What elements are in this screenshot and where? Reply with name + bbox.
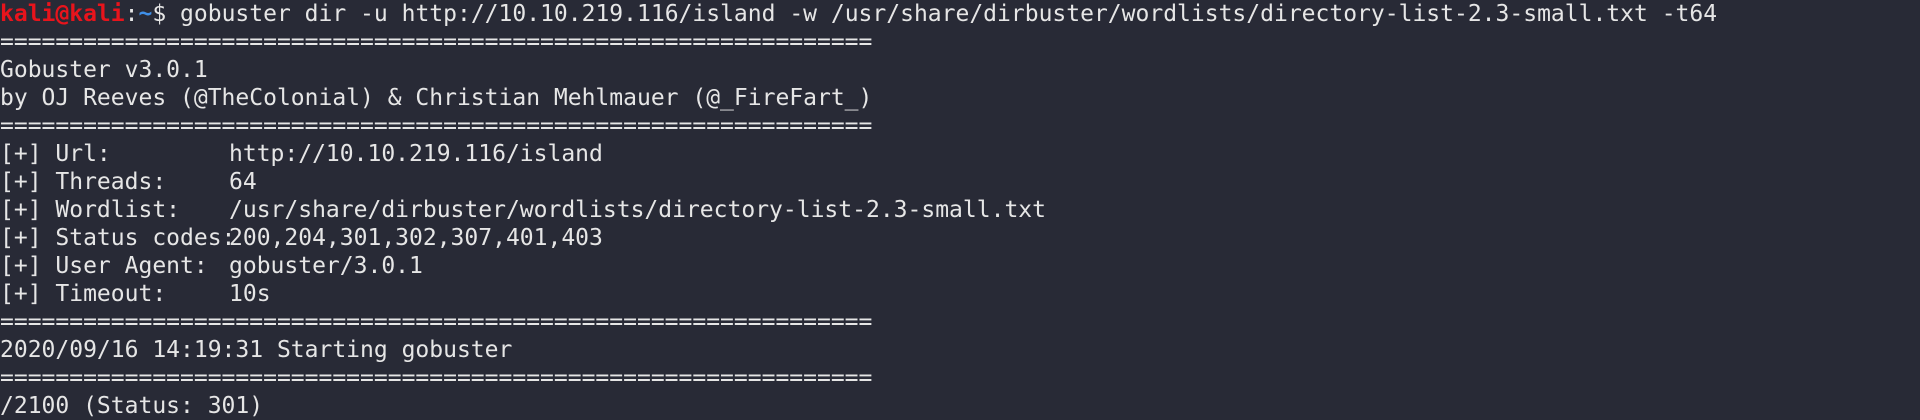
config-line-url: [+] Url: http://10.10.219.116/island [0, 140, 1920, 168]
config-value: /usr/share/dirbuster/wordlists/directory… [229, 197, 1046, 223]
config-label: [+] Status codes: [0, 225, 236, 251]
separator: ========================================… [0, 365, 873, 391]
config-value: http://10.10.219.116/island [229, 141, 603, 167]
config-value: 200,204,301,302,307,401,403 [229, 225, 603, 251]
config-value: gobuster/3.0.1 [229, 253, 423, 279]
config-value: 10s [229, 281, 271, 307]
prompt-cwd: ~ [138, 1, 153, 27]
prompt-user-host: kali@kali [0, 1, 125, 27]
config-label: [+] Url: [0, 141, 111, 167]
config-label: [+] Threads: [0, 169, 167, 195]
prompt-colon: : [124, 1, 139, 27]
config-line-timeout: [+] Timeout: 10s [0, 280, 1920, 308]
config-line-user-agent: [+] User Agent: gobuster/3.0.1 [0, 252, 1920, 280]
config-line-wordlist: [+] Wordlist: /usr/share/dirbuster/wordli… [0, 196, 1920, 224]
result-line: /2100 (Status: 301) [0, 393, 264, 419]
config-label: [+] User Agent: [0, 253, 208, 279]
config-label: [+] Timeout: [0, 281, 167, 307]
prompt-symbol: $ [152, 1, 181, 27]
config-label: [+] Wordlist: [0, 197, 181, 223]
separator: ========================================… [0, 113, 873, 139]
config-line-threads: [+] Threads: 64 [0, 168, 1920, 196]
prompt-line: kali@kali:~$ gobuster dir -u http://10.1… [0, 0, 1920, 28]
banner-title: Gobuster v3.0.1 [0, 57, 208, 83]
config-line-status-codes: [+] Status codes:200,204,301,302,307,401… [0, 224, 1920, 252]
command-text: gobuster dir -u http://10.10.219.116/isl… [180, 1, 1718, 27]
config-value: 64 [229, 169, 257, 195]
separator: ========================================… [0, 309, 873, 335]
banner-authors: by OJ Reeves (@TheColonial) & Christian … [0, 85, 873, 111]
start-line: 2020/09/16 14:19:31 Starting gobuster [0, 337, 513, 363]
terminal-output[interactable]: kali@kali:~$ gobuster dir -u http://10.1… [0, 0, 1920, 420]
separator: ========================================… [0, 29, 873, 55]
